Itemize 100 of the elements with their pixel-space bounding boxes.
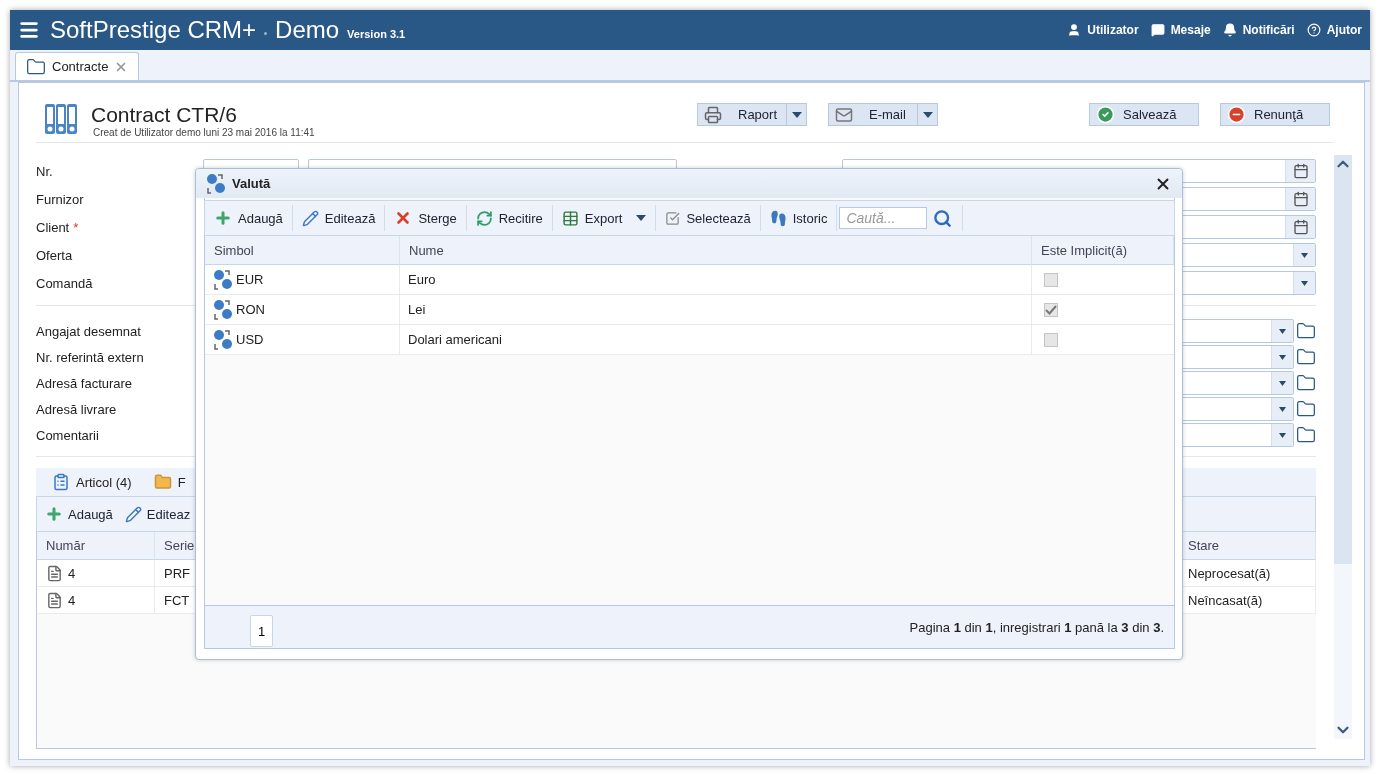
row-number: 4 (68, 565, 76, 581)
check-circle-icon (1096, 105, 1115, 124)
required-mark: * (73, 219, 79, 235)
dropdown-button[interactable] (787, 103, 807, 126)
plus-icon (214, 209, 232, 227)
header-link[interactable]: Notificări (1222, 23, 1295, 37)
checkbox[interactable] (1044, 332, 1058, 347)
caret-icon (1279, 328, 1286, 334)
caret-icon (1279, 380, 1286, 386)
clipboard-icon (52, 473, 70, 491)
calendar-icon (1292, 219, 1309, 235)
toolbar-button[interactable]: Adaugă (45, 505, 113, 523)
calendar-icon (1292, 191, 1309, 207)
envelope-icon (835, 105, 853, 124)
folder-icon[interactable] (1296, 399, 1316, 419)
dropdown-button[interactable] (918, 103, 938, 126)
dropdown-button[interactable] (1271, 320, 1293, 342)
dropdown-button[interactable] (1271, 346, 1293, 368)
dropdown-button[interactable] (1271, 424, 1293, 446)
column-header[interactable]: Este Implicit(ă) (1032, 236, 1174, 265)
folder-icon[interactable] (1296, 425, 1316, 445)
field-label: Comentarii (36, 427, 100, 443)
bell-icon (1222, 23, 1237, 37)
scrollbar[interactable] (1334, 155, 1352, 739)
document-tab[interactable]: Contracte (15, 52, 140, 80)
folder-icon (153, 473, 172, 491)
toolbar-button[interactable]: Editeaz (124, 505, 191, 523)
search-icon (933, 208, 953, 228)
menu-icon[interactable] (18, 19, 40, 41)
toolbar-button[interactable]: Export (552, 205, 657, 231)
spreadsheet-icon (561, 209, 579, 227)
version-label: Version 3.1 (347, 28, 406, 40)
toolbar-button[interactable]: Selectează (656, 205, 761, 231)
toolbar-button[interactable]: Recitire (466, 205, 553, 231)
user-icon (1067, 23, 1082, 37)
caret-icon (922, 111, 933, 118)
action-button[interactable]: Renunţă (1220, 103, 1330, 126)
calendar-button[interactable] (1285, 160, 1315, 182)
chat-bubble-icon (1150, 23, 1165, 37)
folder-icon[interactable] (1296, 347, 1316, 367)
field-label: Adresă facturare (36, 375, 134, 391)
caret-icon (1279, 406, 1286, 412)
dropdown-button[interactable] (1293, 272, 1315, 294)
caret-icon (636, 215, 647, 221)
toolbar-button[interactable]: Editează (292, 205, 386, 231)
pencil-icon (301, 209, 319, 227)
calendar-button[interactable] (1285, 216, 1315, 238)
column-header[interactable]: Nume (400, 236, 1032, 265)
check-icon (1045, 304, 1057, 315)
field-label: Angajat desemnat (36, 323, 142, 339)
folder-icon[interactable] (1296, 321, 1316, 341)
document-subtitle: Creat de Utilizator demo luni 23 mai 2016 la 11:41 (93, 127, 315, 138)
dropdown-button[interactable] (1271, 372, 1293, 394)
document-icon (46, 591, 63, 609)
dialog-title: Valută (232, 176, 271, 191)
separator-dot (264, 31, 268, 35)
folder-icon (26, 56, 46, 77)
currency-code: RON (236, 302, 265, 317)
field-label: Adresă livrare (36, 401, 118, 417)
action-button[interactable]: Salvează (1089, 103, 1199, 126)
toolbar-button[interactable]: Istoric (760, 205, 838, 231)
pager-summary: Pagina 1 din 1, inregistrari 1 pană la 3 din 3. (909, 619, 1164, 635)
toolbar-button[interactable]: Sterge (385, 205, 467, 231)
toolbar-button[interactable]: Adaugă (205, 205, 293, 231)
detail-tab[interactable]: F (153, 473, 186, 491)
field-label: Nr. referintă extern (36, 349, 145, 365)
search-field[interactable]: Caută... (839, 207, 928, 229)
edition-label: Demo (275, 16, 340, 44)
caret-icon (1279, 432, 1286, 438)
column-header[interactable]: Număr (37, 532, 155, 560)
header-link[interactable]: Mesaje (1150, 23, 1211, 37)
checkbox[interactable] (1044, 272, 1058, 287)
table-cell: Euro (400, 265, 1032, 295)
action-button[interactable]: E-mail (828, 103, 918, 126)
header-link[interactable]: Ajutor (1306, 23, 1362, 37)
binders-icon (44, 103, 78, 135)
action-button[interactable]: Raport (697, 103, 787, 126)
app-title: SoftPrestige CRM+ (50, 16, 257, 44)
calendar-button[interactable] (1285, 188, 1315, 210)
field-label: Oferta (36, 247, 74, 263)
column-header[interactable]: Simbol (205, 236, 400, 265)
help-icon (1306, 23, 1321, 37)
pencil-icon (124, 505, 142, 523)
caret-icon (791, 111, 802, 118)
folder-icon[interactable] (1296, 373, 1316, 393)
table-cell: Dolari americani (400, 325, 1032, 355)
calendar-icon (1292, 163, 1309, 179)
dropdown-button[interactable] (1293, 244, 1315, 266)
checkbox-icon (665, 210, 681, 226)
table-cell: Lei (400, 295, 1032, 325)
checkbox[interactable] (1044, 302, 1058, 317)
page-button[interactable]: 1 (250, 615, 273, 647)
row-number: 4 (68, 592, 76, 608)
document-title: Contract CTR/6 (91, 103, 238, 127)
detail-tab[interactable]: Articol (4) (52, 473, 132, 491)
caret-icon (1301, 280, 1308, 286)
header-link[interactable]: Utilizator (1067, 23, 1139, 37)
caret-icon (1279, 354, 1286, 360)
footprints-icon (769, 209, 787, 227)
dropdown-button[interactable] (1271, 398, 1293, 420)
